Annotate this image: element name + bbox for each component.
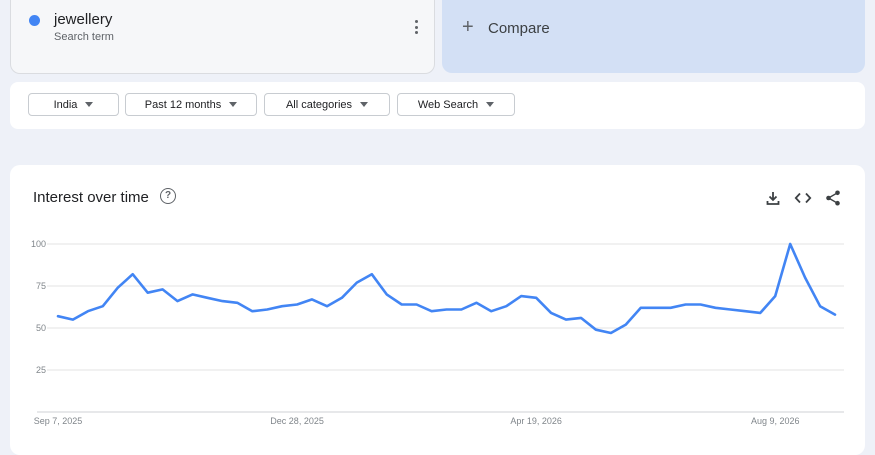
interest-line-chart: 25 50 75 100 Sep 7, 2025 Dec 28, 2025 Apr 19, … bbox=[31, 239, 844, 426]
search-type-dropdown[interactable]: Web Search bbox=[397, 93, 515, 116]
time-range-dropdown[interactable]: Past 12 months bbox=[125, 93, 257, 116]
series-color-dot bbox=[29, 15, 40, 26]
y-tick-label: 75 bbox=[36, 281, 46, 291]
category-dropdown[interactable]: All categories bbox=[264, 93, 390, 116]
x-tick-label: Apr 19, 2026 bbox=[510, 416, 562, 426]
y-tick-label: 25 bbox=[36, 365, 46, 375]
caret-down-icon bbox=[85, 102, 94, 107]
search-term-card[interactable]: jewellery Search term bbox=[10, 0, 435, 74]
x-tick-label: Dec 28, 2025 bbox=[270, 416, 324, 426]
filter-bar: India Past 12 months All categories Web … bbox=[10, 82, 865, 129]
region-dropdown[interactable]: India bbox=[28, 93, 119, 116]
search-type-dropdown-label: Web Search bbox=[417, 98, 479, 111]
search-term-name[interactable]: jewellery bbox=[54, 11, 112, 28]
plus-icon: + bbox=[462, 16, 474, 38]
region-dropdown-label: India bbox=[53, 98, 78, 111]
y-tick-label: 100 bbox=[31, 239, 46, 249]
time-range-dropdown-label: Past 12 months bbox=[144, 98, 222, 111]
y-tick-label: 50 bbox=[36, 323, 46, 333]
compare-button[interactable]: + Compare bbox=[442, 0, 865, 73]
more-options-icon[interactable] bbox=[414, 20, 418, 34]
compare-label: Compare bbox=[488, 20, 550, 37]
caret-down-icon bbox=[229, 102, 238, 107]
caret-down-icon bbox=[486, 102, 495, 107]
series-line-jewellery bbox=[56, 242, 837, 335]
search-term-subtitle: Search term bbox=[54, 31, 114, 43]
x-tick-label: Aug 9, 2026 bbox=[751, 416, 800, 426]
x-tick-label: Sep 7, 2025 bbox=[34, 416, 83, 426]
interest-over-time-card: Interest over time ? 25 50 75 100 Sep 7, 202… bbox=[10, 165, 865, 455]
category-dropdown-label: All categories bbox=[285, 98, 353, 111]
caret-down-icon bbox=[360, 102, 369, 107]
